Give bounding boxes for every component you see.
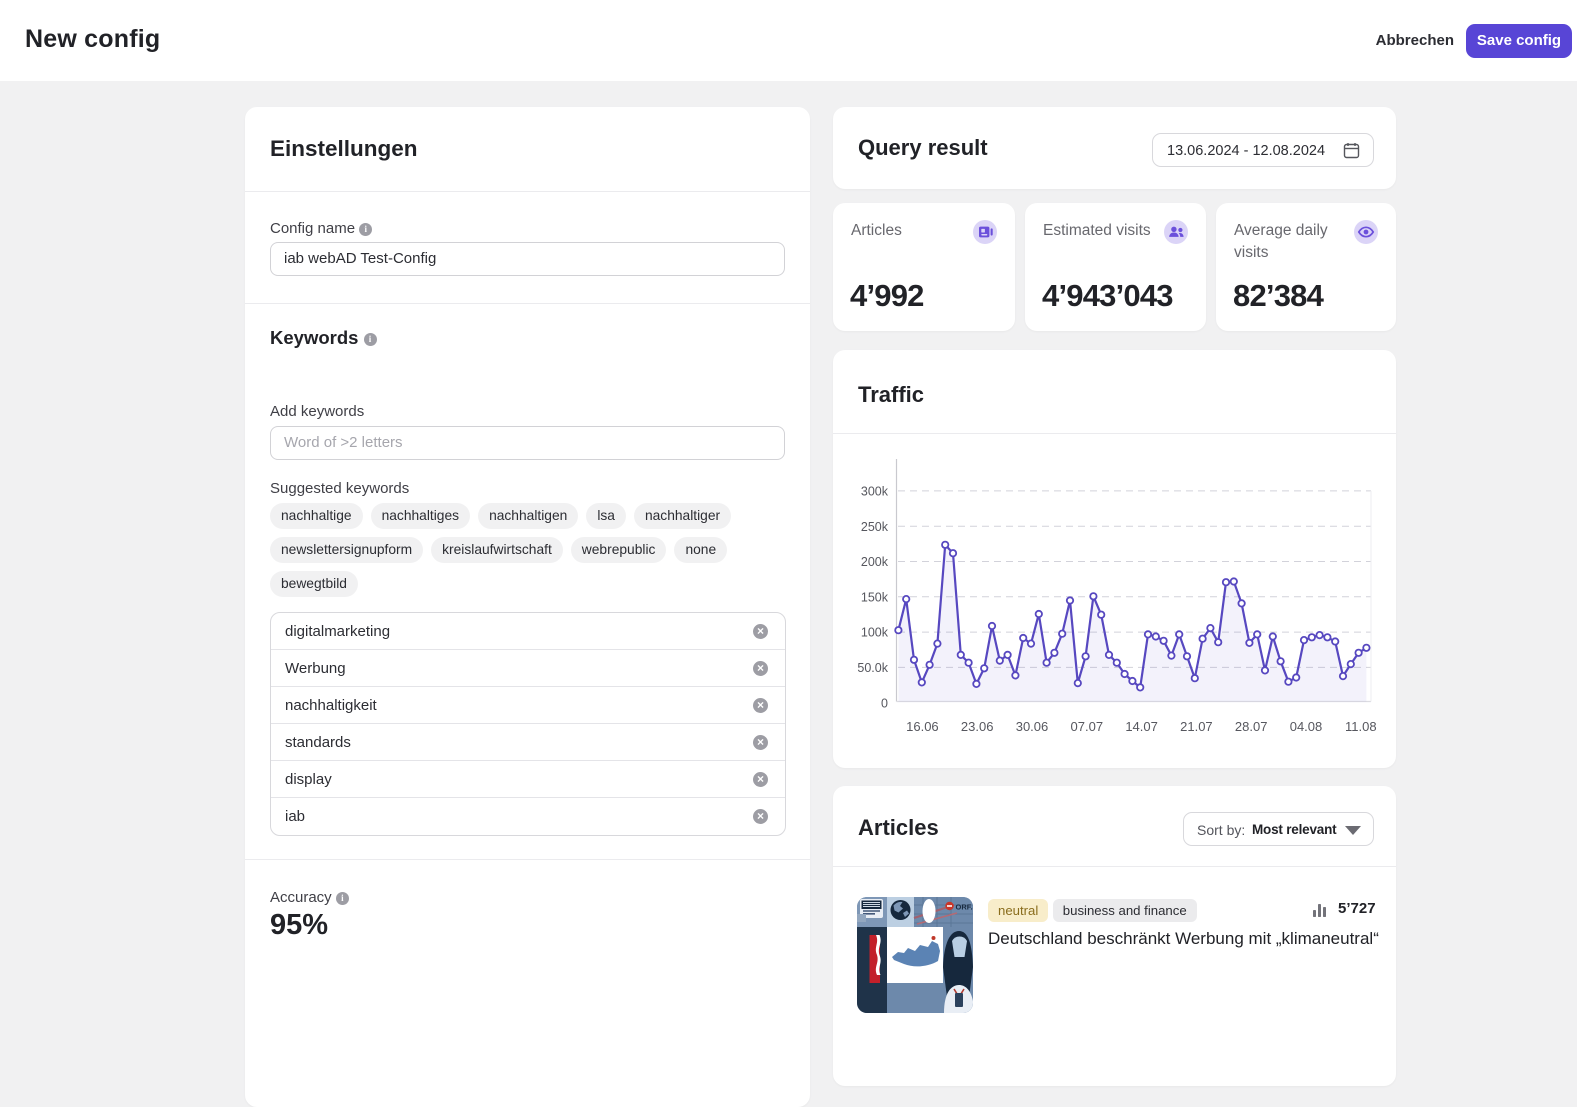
- svg-text:11.08: 11.08: [1345, 719, 1377, 734]
- svg-text:14.07: 14.07: [1125, 719, 1158, 734]
- svg-text:100k: 100k: [861, 626, 889, 640]
- svg-text:200k: 200k: [861, 555, 889, 569]
- svg-text:21.07: 21.07: [1180, 719, 1213, 734]
- svg-text:300k: 300k: [861, 485, 889, 499]
- svg-text:ORF.at: ORF.at: [956, 903, 974, 912]
- svg-text:23.06: 23.06: [961, 719, 994, 734]
- svg-text:150k: 150k: [861, 590, 889, 604]
- svg-text:04.08: 04.08: [1290, 719, 1323, 734]
- svg-text:07.07: 07.07: [1071, 719, 1104, 734]
- svg-text:0: 0: [881, 696, 888, 710]
- svg-text:30.06: 30.06: [1016, 719, 1049, 734]
- svg-text:16.06: 16.06: [906, 719, 939, 734]
- svg-text:28.07: 28.07: [1235, 719, 1268, 734]
- svg-text:50.0k: 50.0k: [857, 661, 888, 675]
- svg-text:250k: 250k: [861, 520, 889, 534]
